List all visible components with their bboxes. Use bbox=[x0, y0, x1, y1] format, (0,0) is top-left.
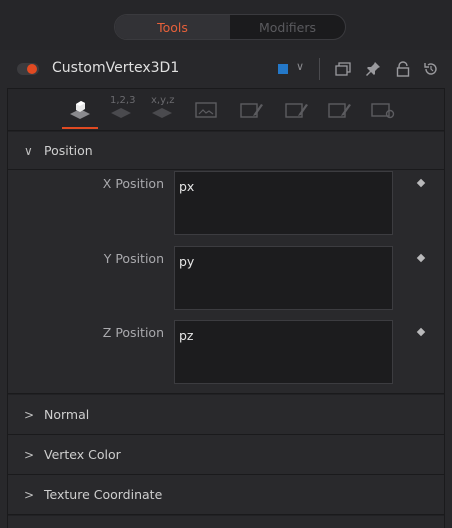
tab-xyz-label: x,y,z bbox=[151, 95, 175, 106]
reset-icon[interactable] bbox=[422, 60, 440, 78]
x-position-field[interactable]: px bbox=[174, 171, 393, 235]
node-color-swatch[interactable] bbox=[278, 64, 288, 74]
section-vertex-color-header[interactable]: > Vertex Color bbox=[8, 435, 444, 475]
chevron-right-icon: > bbox=[24, 487, 35, 502]
tab-numeric[interactable]: 1,2,3 bbox=[107, 95, 136, 123]
edit-tab-icon[interactable] bbox=[283, 97, 311, 123]
z-position-label: Z Position bbox=[102, 325, 164, 340]
active-tab-indicator bbox=[62, 127, 98, 129]
image-tab-icon[interactable] bbox=[192, 97, 220, 123]
pin-icon[interactable] bbox=[364, 60, 382, 78]
section-texture-coordinate-label: Texture Coordinate bbox=[44, 487, 163, 502]
tab-numeric-label: 1,2,3 bbox=[110, 95, 136, 106]
settings-tab-icon[interactable] bbox=[369, 97, 397, 123]
chevron-right-icon: > bbox=[24, 447, 35, 462]
section-normal-header[interactable]: > Normal bbox=[8, 395, 444, 435]
mode-switch: Tools Modifiers bbox=[114, 14, 346, 40]
tab-modifiers[interactable]: Modifiers bbox=[230, 15, 345, 39]
node-enable-toggle[interactable] bbox=[17, 63, 39, 75]
z-position-field[interactable]: pz bbox=[174, 320, 393, 384]
tab-tools[interactable]: Tools bbox=[115, 15, 230, 39]
section-position-label: Position bbox=[44, 143, 93, 158]
section-next-header[interactable] bbox=[8, 516, 444, 528]
lock-icon[interactable] bbox=[394, 60, 412, 78]
y-position-field[interactable]: py bbox=[174, 246, 393, 310]
node-name: CustomVertex3D1 bbox=[52, 60, 180, 76]
tab-xyz[interactable]: x,y,z bbox=[148, 95, 176, 123]
enable-dot bbox=[27, 64, 37, 74]
y-position-label: Y Position bbox=[103, 251, 164, 266]
edit-tab-icon[interactable] bbox=[238, 97, 266, 123]
section-vertex-color-label: Vertex Color bbox=[44, 447, 121, 462]
section-texture-coordinate-header[interactable]: > Texture Coordinate bbox=[8, 475, 444, 515]
edit-tab-icon[interactable] bbox=[326, 97, 354, 123]
chevron-right-icon: > bbox=[24, 407, 35, 422]
header-divider bbox=[319, 58, 320, 80]
controls-tab-icon[interactable] bbox=[66, 97, 94, 123]
version-icon[interactable] bbox=[334, 60, 352, 78]
section-position-header[interactable]: ∨ Position bbox=[8, 132, 444, 170]
chevron-down-icon[interactable]: ∨ bbox=[296, 60, 304, 73]
x-position-label: X Position bbox=[102, 176, 164, 191]
chevron-down-icon: ∨ bbox=[24, 143, 33, 158]
section-normal-label: Normal bbox=[44, 407, 90, 422]
